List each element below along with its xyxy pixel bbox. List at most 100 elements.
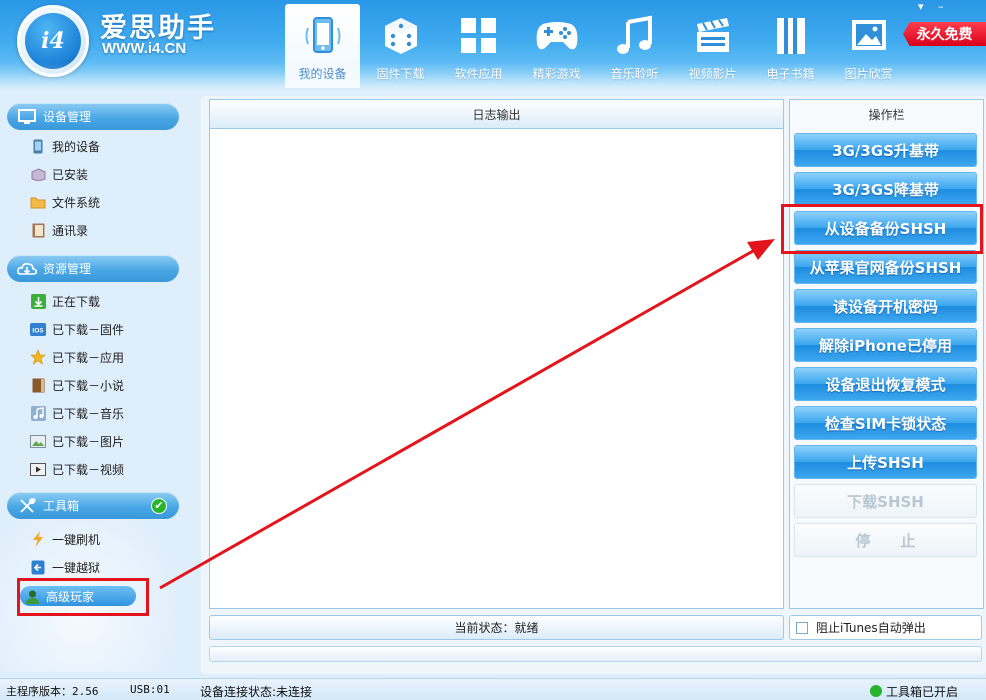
sidebar-item-label: 一键刷机 <box>52 532 101 547</box>
sidebar-item-label: 已下载－小说 <box>52 378 125 393</box>
dice-box-icon <box>377 12 425 60</box>
nav-label: 精彩游戏 <box>532 67 581 81</box>
log-output-panel: 日志输出 <box>209 99 784 609</box>
nav-firmware[interactable]: 固件下载 <box>363 4 438 88</box>
checkbox-label: 阻止iTunes自动弹出 <box>816 621 926 635</box>
svg-text:IOS: IOS <box>32 327 44 334</box>
check-icon: ✔ <box>151 497 167 514</box>
downgrade-baseband-button[interactable]: 3G/3GS降基带 <box>794 172 977 206</box>
nav-label: 我的设备 <box>298 67 347 81</box>
sidebar-item-one-click-flash[interactable]: 一键刷机 <box>30 529 100 549</box>
music-icon <box>30 405 46 421</box>
book-icon <box>30 377 46 393</box>
log-output-title: 日志输出 <box>210 100 783 129</box>
sidebar-item-label: 已下载－应用 <box>52 350 125 365</box>
nav-videos[interactable]: 视频影片 <box>675 4 750 88</box>
unlock-disabled-iphone-button[interactable]: 解除iPhone已停用 <box>794 328 977 362</box>
operations-title: 操作栏 <box>790 100 983 129</box>
logo-mark: i4 <box>25 13 81 69</box>
checkbox-box[interactable] <box>796 621 808 634</box>
sidebar-item-label: 文件系统 <box>52 195 101 210</box>
block-itunes-checkbox[interactable]: 阻止iTunes自动弹出 <box>789 615 982 640</box>
nav-music[interactable]: 音乐聆听 <box>597 4 672 88</box>
star-icon <box>30 349 46 365</box>
sidebar-item-downloaded-apps[interactable]: 已下载－应用 <box>30 347 124 367</box>
annotation-box-advanced-player <box>17 578 149 616</box>
section-device-management[interactable]: 设备管理 <box>7 103 179 130</box>
app-grid-icon <box>455 12 503 60</box>
download-shsh-button[interactable]: 下载SHSH <box>794 484 977 518</box>
program-version: 主程序版本：2.56 <box>6 685 99 698</box>
nav-my-device[interactable]: 我的设备 <box>285 4 360 88</box>
upgrade-baseband-button[interactable]: 3G/3GS升基带 <box>794 133 977 167</box>
log-output-area[interactable] <box>210 129 783 608</box>
operations-panel: 操作栏 3G/3GS升基带 3G/3GS降基带 从设备备份SHSH 从苹果官网备… <box>789 99 984 609</box>
nav-ebooks[interactable]: 电子书籍 <box>753 4 828 88</box>
jailbreak-icon <box>30 559 46 575</box>
sidebar-item-downloaded-pictures[interactable]: 已下载－图片 <box>30 431 124 451</box>
app-url: WWW.i4.CN <box>102 40 187 57</box>
app-header: i4 爱思助手 WWW.i4.CN 我的设备 固件下载 软件应用 精彩游戏 音乐… <box>0 0 986 92</box>
section-title: 工具箱 <box>43 499 80 513</box>
top-nav: 我的设备 固件下载 软件应用 精彩游戏 音乐聆听 视频影片 电子书籍 图片欣赏 <box>285 4 909 88</box>
section-title: 资源管理 <box>43 262 92 276</box>
sidebar-item-installed[interactable]: 已安装 <box>30 164 88 184</box>
sidebar-item-label: 正在下载 <box>52 294 101 309</box>
section-resource-management[interactable]: 资源管理 <box>7 255 179 282</box>
sidebar-item-downloaded-music[interactable]: 已下载－音乐 <box>30 403 124 423</box>
check-icon <box>870 685 882 697</box>
sidebar-item-label: 通讯录 <box>52 223 89 238</box>
sidebar-item-label: 已安装 <box>52 167 89 182</box>
stop-button[interactable]: 停 止 <box>794 523 977 557</box>
video-icon <box>30 461 46 477</box>
progress-bar <box>209 646 982 662</box>
exit-recovery-mode-button[interactable]: 设备退出恢复模式 <box>794 367 977 401</box>
sidebar-item-downloaded-firmware[interactable]: IOS 已下载－固件 <box>30 319 124 339</box>
nav-games[interactable]: 精彩游戏 <box>519 4 594 88</box>
nav-label: 音乐聆听 <box>610 67 659 81</box>
nav-label: 固件下载 <box>376 67 425 81</box>
upload-shsh-button[interactable]: 上传SHSH <box>794 445 977 479</box>
sidebar-item-label: 已下载－视频 <box>52 462 125 477</box>
monitor-icon <box>17 107 37 127</box>
annotation-box-backup-shsh <box>781 204 983 254</box>
sidebar-item-contacts[interactable]: 通讯录 <box>30 220 88 240</box>
nav-label: 电子书籍 <box>766 67 815 81</box>
read-passcode-button[interactable]: 读设备开机密码 <box>794 289 977 323</box>
sidebar-item-file-system[interactable]: 文件系统 <box>30 192 100 212</box>
footer-status-bar: 主程序版本：2.56 USB:01 设备连接状态:未连接 工具箱已开启 <box>0 678 986 700</box>
check-sim-lock-button[interactable]: 检查SIM卡锁状态 <box>794 406 977 440</box>
sidebar-item-my-device[interactable]: 我的设备 <box>30 136 100 156</box>
gamepad-icon <box>533 12 581 60</box>
picture-icon <box>845 12 893 60</box>
phone-icon <box>299 12 347 60</box>
section-toolbox[interactable]: 工具箱 ✔ <box>7 492 179 519</box>
sidebar-item-label: 已下载－固件 <box>52 322 125 337</box>
sidebar-item-label: 已下载－音乐 <box>52 406 125 421</box>
nav-label: 图片欣赏 <box>844 67 893 81</box>
sidebar-item-downloaded-videos[interactable]: 已下载－视频 <box>30 459 124 479</box>
minimize-button[interactable]: – <box>938 0 944 13</box>
image-icon <box>30 433 46 449</box>
usb-indicator: USB:01 <box>130 683 170 696</box>
box-icon <box>30 166 46 182</box>
sidebar-item-label: 已下载－图片 <box>52 434 125 449</box>
nav-label: 软件应用 <box>454 67 503 81</box>
section-title: 设备管理 <box>43 110 92 124</box>
sidebar-item-one-click-jailbreak[interactable]: 一键越狱 <box>30 557 100 577</box>
tools-icon <box>17 496 37 516</box>
cloud-download-icon <box>17 259 37 279</box>
backup-shsh-from-apple-button[interactable]: 从苹果官网备份SHSH <box>794 250 977 284</box>
nav-label: 视频影片 <box>688 67 737 81</box>
clapperboard-icon <box>689 12 737 60</box>
app-logo: i4 <box>17 5 89 77</box>
address-book-icon <box>30 222 46 238</box>
sidebar-item-downloading[interactable]: 正在下载 <box>30 291 100 311</box>
window-menu-button[interactable]: ▾ <box>918 0 924 13</box>
sidebar-item-label: 我的设备 <box>52 139 101 154</box>
nav-apps[interactable]: 软件应用 <box>441 4 516 88</box>
sidebar-item-label: 一键越狱 <box>52 560 101 575</box>
nav-pictures[interactable]: 图片欣赏 <box>831 4 906 88</box>
sidebar-item-downloaded-novels[interactable]: 已下载－小说 <box>30 375 124 395</box>
device-connection-status: 设备连接状态:未连接 <box>200 685 313 699</box>
